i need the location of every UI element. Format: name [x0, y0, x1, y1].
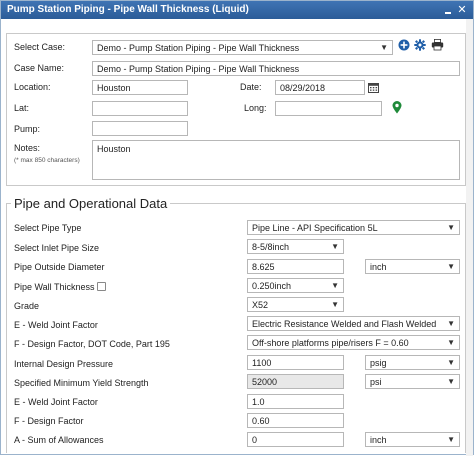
chevron-down-icon: ▼ [331, 242, 339, 251]
map-location-button[interactable] [392, 101, 402, 116]
design-factor-label: F - Design Factor, DOT Code, Part 195 [14, 339, 170, 349]
inlet-size-label: Select Inlet Pipe Size [14, 243, 100, 253]
wall-thickness-label: Pipe Wall Thickness [14, 282, 95, 292]
weld-factor-label: E - Weld Joint Factor [14, 320, 98, 330]
smys-unit-select[interactable]: psi ▼ [365, 374, 460, 389]
map-marker-icon [392, 101, 402, 114]
printer-icon [431, 39, 444, 51]
allowances-unit: inch [370, 435, 387, 445]
chevron-down-icon: ▼ [447, 358, 455, 367]
select-case-value: Demo - Pump Station Piping - Pipe Wall T… [97, 43, 300, 53]
chevron-down-icon: ▼ [447, 262, 455, 271]
location-input[interactable]: Houston [92, 80, 188, 95]
window-title: Pump Station Piping - Pipe Wall Thicknes… [7, 4, 249, 15]
internal-pressure-unit: psig [370, 358, 387, 368]
select-case-label: Select Case: [14, 42, 66, 52]
minimize-icon [445, 12, 451, 14]
allowances-input[interactable]: 0 [247, 432, 344, 447]
notes-hint: (* max 850 characters) [14, 157, 80, 164]
chevron-down-icon: ▼ [380, 43, 388, 52]
allowances-unit-select[interactable]: inch ▼ [365, 432, 460, 447]
weld-factor-input[interactable]: 1.0 [247, 394, 344, 409]
case-name-label: Case Name: [14, 63, 65, 73]
pump-input[interactable] [92, 121, 188, 136]
chevron-down-icon: ▼ [447, 435, 455, 444]
notes-textarea[interactable]: Houston [92, 140, 460, 180]
outside-diameter-input[interactable]: 8.625 [247, 259, 344, 274]
outside-diameter-label: Pipe Outside Diameter [14, 262, 105, 272]
grade-label: Grade [14, 301, 40, 311]
pipe-type-label: Select Pipe Type [14, 223, 82, 233]
pipe-type-select[interactable]: Pipe Line - API Specification 5L ▼ [247, 220, 460, 235]
internal-pressure-input[interactable]: 1100 [247, 355, 344, 370]
add-case-button[interactable] [398, 39, 410, 53]
smys-unit: psi [370, 377, 382, 387]
design-factor-input[interactable]: 0.60 [247, 413, 344, 428]
notes-label: Notes: [14, 143, 41, 153]
internal-pressure-unit-select[interactable]: psig ▼ [365, 355, 460, 370]
case-name-input[interactable]: Demo - Pump Station Piping - Pipe Wall T… [92, 61, 460, 76]
smys-input: 52000 [247, 374, 344, 389]
outside-diameter-unit: inch [370, 262, 387, 272]
grade-value: X52 [252, 300, 269, 310]
chevron-down-icon: ▼ [447, 223, 455, 232]
select-case-dropdown[interactable]: Demo - Pump Station Piping - Pipe Wall T… [92, 40, 393, 55]
chevron-down-icon: ▼ [447, 338, 455, 347]
long-input[interactable] [275, 101, 382, 116]
inlet-size-value: 8-5/8inch [252, 242, 290, 252]
print-button[interactable] [431, 38, 444, 53]
window-scrollbar[interactable] [466, 19, 473, 456]
weld-factor-value-label: E - Weld Joint Factor [14, 397, 98, 407]
minimize-button[interactable] [442, 4, 454, 16]
location-label: Location: [14, 82, 51, 92]
internal-pressure-label: Internal Design Pressure [14, 359, 114, 369]
title-bar: Pump Station Piping - Pipe Wall Thicknes… [1, 1, 473, 19]
chevron-down-icon: ▼ [447, 377, 455, 386]
grade-select[interactable]: X52 ▼ [247, 297, 344, 312]
pump-label: Pump: [14, 124, 41, 134]
weld-factor-select[interactable]: Electric Resistance Welded and Flash Wel… [247, 316, 460, 331]
inlet-size-select[interactable]: 8-5/8inch ▼ [247, 239, 344, 254]
calculator-window: Pump Station Piping - Pipe Wall Thicknes… [0, 0, 474, 456]
long-label: Long: [244, 103, 267, 113]
chevron-down-icon: ▼ [331, 281, 339, 290]
close-button[interactable]: ✕ [456, 4, 468, 16]
plus-circle-icon [398, 39, 410, 51]
allowances-label: A - Sum of Allowances [14, 435, 104, 445]
smys-label: Specified Minimum Yield Strength [14, 378, 149, 388]
design-factor-value-label: F - Design Factor [14, 416, 84, 426]
wall-thickness-checkbox[interactable] [97, 282, 106, 291]
lat-input[interactable] [92, 101, 188, 116]
wall-thickness-value: 0.250inch [252, 281, 292, 291]
date-input[interactable]: 08/29/2018 [275, 80, 365, 95]
calendar-button[interactable] [368, 82, 379, 95]
weld-factor-value: Electric Resistance Welded and Flash Wel… [252, 319, 437, 329]
close-icon: ✕ [457, 4, 467, 16]
outside-diameter-unit-select[interactable]: inch ▼ [365, 259, 460, 274]
lat-label: Lat: [14, 103, 30, 113]
date-label: Date: [240, 82, 262, 92]
pipe-type-value: Pipe Line - API Specification 5L [252, 223, 378, 233]
section-title: Pipe and Operational Data [11, 196, 171, 211]
calendar-icon [368, 83, 379, 93]
wall-thickness-select[interactable]: 0.250inch ▼ [247, 278, 344, 293]
gear-icon [414, 39, 426, 51]
design-factor-select[interactable]: Off-shore platforms pipe/risers F = 0.60… [247, 335, 460, 350]
chevron-down-icon: ▼ [447, 319, 455, 328]
chevron-down-icon: ▼ [331, 300, 339, 309]
design-factor-value: Off-shore platforms pipe/risers F = 0.60 [252, 338, 409, 348]
settings-button[interactable] [414, 39, 426, 53]
